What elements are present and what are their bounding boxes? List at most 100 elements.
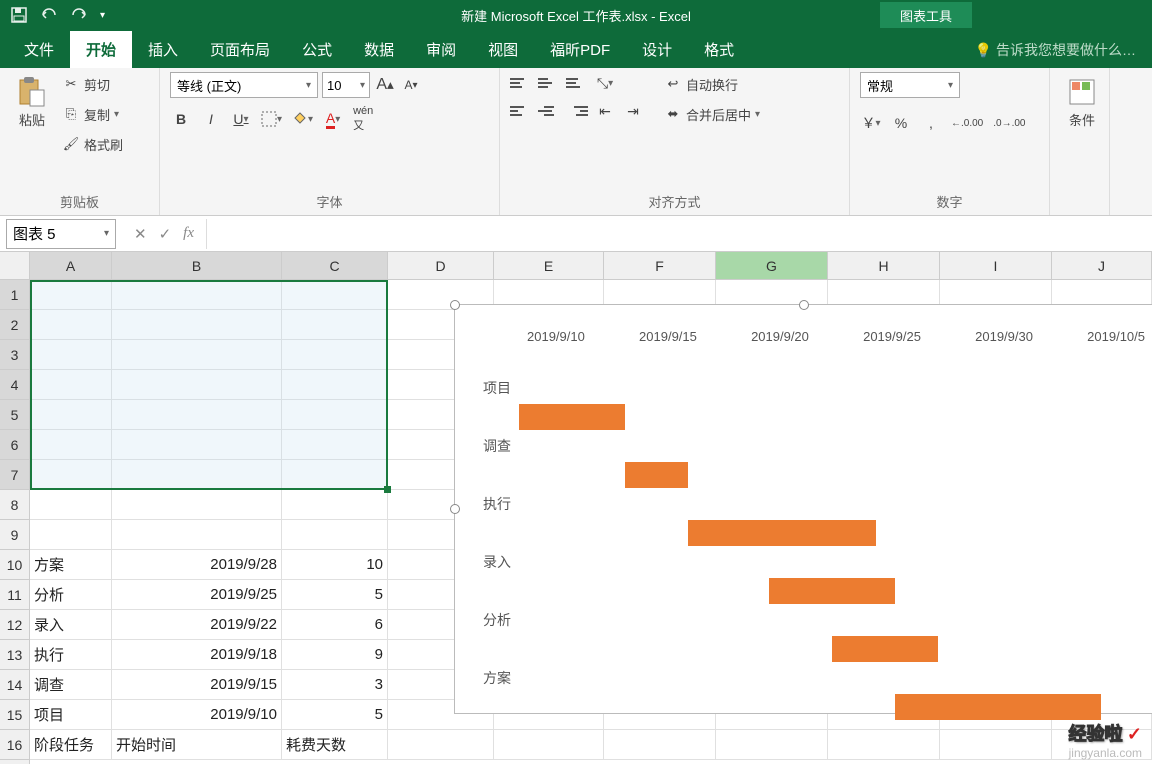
tab-design[interactable]: 设计	[626, 31, 688, 68]
tab-foxit-pdf[interactable]: 福昕PDF	[534, 31, 626, 68]
copy-button[interactable]: ⎘复制▾	[62, 102, 123, 126]
cell[interactable]	[1052, 730, 1152, 760]
cell[interactable]	[112, 460, 282, 490]
cell[interactable]: 分析	[30, 580, 112, 610]
redo-icon[interactable]	[70, 6, 88, 24]
tab-home[interactable]: 开始	[70, 31, 132, 68]
decrease-font-icon[interactable]: A▾	[400, 74, 422, 96]
col-header-J[interactable]: J	[1052, 252, 1152, 279]
row-header-1[interactable]: 1	[0, 280, 29, 310]
currency-button[interactable]: ￥▾	[860, 112, 882, 134]
underline-button[interactable]: U▾	[230, 108, 252, 130]
cell[interactable]	[30, 370, 112, 400]
cell[interactable]: 5	[282, 580, 388, 610]
cell[interactable]	[282, 400, 388, 430]
number-format-select[interactable]: 常规▾	[860, 72, 960, 98]
cell[interactable]	[30, 430, 112, 460]
tab-insert[interactable]: 插入	[132, 31, 194, 68]
cell[interactable]	[112, 340, 282, 370]
bold-button[interactable]: B	[170, 108, 192, 130]
cell[interactable]: 5	[282, 700, 388, 730]
cell[interactable]	[282, 310, 388, 340]
col-header-I[interactable]: I	[940, 252, 1052, 279]
cell[interactable]: 2019/9/15	[112, 670, 282, 700]
tab-file[interactable]: 文件	[8, 31, 70, 68]
col-header-F[interactable]: F	[604, 252, 716, 279]
paste-button[interactable]: 粘贴	[10, 72, 54, 133]
chart-bar[interactable]	[769, 578, 894, 604]
cell[interactable]	[30, 400, 112, 430]
font-color-button[interactable]: A▾	[322, 108, 344, 130]
format-painter-button[interactable]: 🖌格式刷	[62, 132, 123, 156]
chart-bar[interactable]	[832, 636, 938, 662]
tab-format[interactable]: 格式	[688, 31, 750, 68]
chart-bar[interactable]	[519, 404, 625, 430]
col-header-C[interactable]: C	[282, 252, 388, 279]
cell[interactable]: 9	[282, 640, 388, 670]
cell[interactable]	[30, 280, 112, 310]
row-header-5[interactable]: 5	[0, 400, 29, 430]
font-size-select[interactable]: 10▾	[322, 72, 370, 98]
italic-button[interactable]: I	[200, 108, 222, 130]
cell[interactable]: 项目	[30, 700, 112, 730]
row-header-3[interactable]: 3	[0, 340, 29, 370]
row-header-7[interactable]: 7	[0, 460, 29, 490]
embedded-chart[interactable]: 2019/9/102019/9/152019/9/202019/9/252019…	[454, 304, 1152, 714]
cell[interactable]	[30, 490, 112, 520]
name-box[interactable]: 图表 5▾	[6, 219, 116, 249]
cell[interactable]: 调查	[30, 670, 112, 700]
tab-page-layout[interactable]: 页面布局	[194, 31, 286, 68]
merge-center-button[interactable]: ⬌合并后居中▾	[664, 102, 760, 126]
cell[interactable]: 执行	[30, 640, 112, 670]
cell[interactable]	[604, 730, 716, 760]
cell[interactable]	[494, 730, 604, 760]
cell[interactable]	[282, 280, 388, 310]
accept-formula-icon[interactable]: ✓	[159, 225, 172, 243]
cell[interactable]: 2019/9/28	[112, 550, 282, 580]
cell[interactable]: 2019/9/25	[112, 580, 282, 610]
cell[interactable]: 2019/9/10	[112, 700, 282, 730]
row-header-10[interactable]: 10	[0, 550, 29, 580]
cell[interactable]	[112, 430, 282, 460]
cell[interactable]: 2019/9/22	[112, 610, 282, 640]
tab-view[interactable]: 视图	[472, 31, 534, 68]
phonetic-button[interactable]: wén又	[352, 108, 374, 130]
decrease-decimal-button[interactable]: .0→.00	[992, 112, 1026, 134]
row-header-16[interactable]: 16	[0, 730, 29, 760]
font-name-select[interactable]: 等线 (正文)▾	[170, 72, 318, 98]
col-header-B[interactable]: B	[112, 252, 282, 279]
col-header-G[interactable]: G	[716, 252, 828, 279]
align-right-icon[interactable]	[566, 100, 588, 122]
cell[interactable]	[282, 430, 388, 460]
cell[interactable]	[112, 490, 282, 520]
increase-font-icon[interactable]: A▴	[374, 74, 396, 96]
qat-more-icon[interactable]: ▾	[100, 10, 105, 21]
cell[interactable]	[112, 280, 282, 310]
increase-decimal-button[interactable]: ←.0.00	[950, 112, 984, 134]
cell[interactable]	[112, 370, 282, 400]
cell[interactable]: 2019/9/18	[112, 640, 282, 670]
row-header-2[interactable]: 2	[0, 310, 29, 340]
cell[interactable]	[282, 370, 388, 400]
undo-icon[interactable]	[40, 6, 58, 24]
chart-handle-t[interactable]	[799, 300, 809, 310]
cell[interactable]: 6	[282, 610, 388, 640]
align-middle-icon[interactable]	[538, 72, 560, 94]
cell[interactable]	[30, 310, 112, 340]
cut-button[interactable]: ✂剪切	[62, 72, 123, 96]
orientation-button[interactable]: ⤡▾	[594, 72, 616, 94]
cell[interactable]	[112, 520, 282, 550]
col-header-H[interactable]: H	[828, 252, 940, 279]
align-top-icon[interactable]	[510, 72, 532, 94]
wrap-text-button[interactable]: ↩自动换行	[664, 72, 760, 96]
fill-color-button[interactable]: ▾	[291, 108, 314, 130]
chart-bar[interactable]	[688, 520, 876, 546]
cell[interactable]: 耗费天数	[282, 730, 388, 760]
tab-review[interactable]: 审阅	[410, 31, 472, 68]
cell[interactable]	[112, 400, 282, 430]
row-header-14[interactable]: 14	[0, 670, 29, 700]
border-button[interactable]: ▾	[260, 108, 283, 130]
col-header-A[interactable]: A	[30, 252, 112, 279]
tab-formulas[interactable]: 公式	[286, 31, 348, 68]
col-header-D[interactable]: D	[388, 252, 494, 279]
